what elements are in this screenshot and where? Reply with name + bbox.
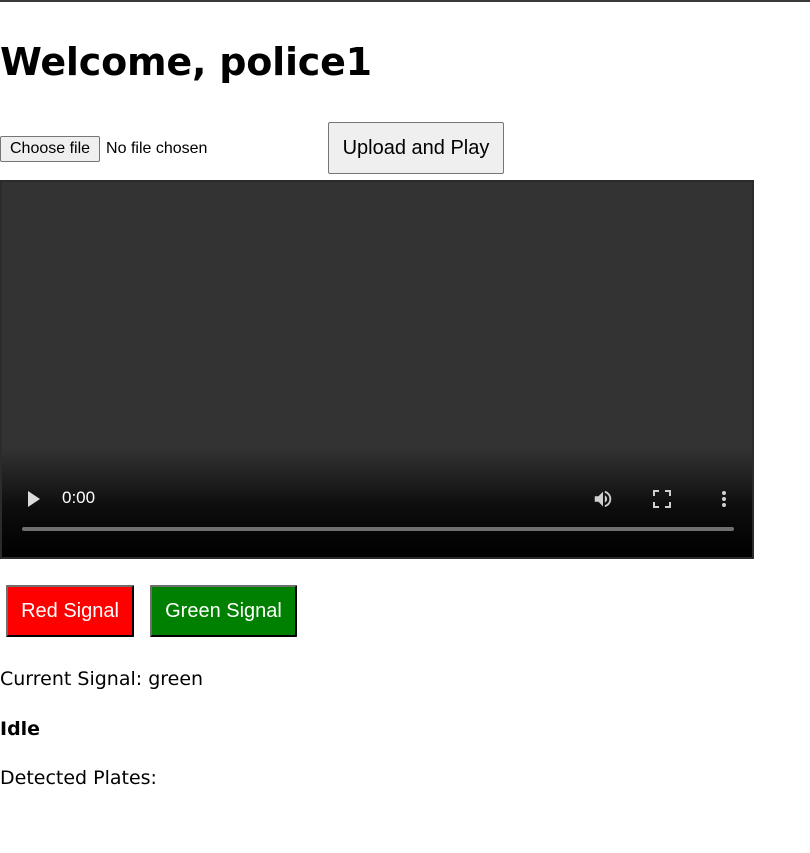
- upload-and-play-button[interactable]: Upload and Play: [328, 122, 504, 174]
- detector-status: Idle: [0, 718, 41, 740]
- green-signal-button[interactable]: Green Signal: [150, 585, 297, 637]
- page-title: Welcome, police1: [0, 40, 372, 84]
- choose-file-button[interactable]: Choose file: [0, 136, 101, 162]
- file-status-text: No file chosen: [106, 140, 208, 157]
- video-time: 0:00: [62, 488, 96, 507]
- volume-icon[interactable]: [592, 488, 614, 510]
- current-signal-text: Current Signal: green: [0, 668, 204, 690]
- more-options-icon[interactable]: [714, 489, 734, 509]
- detected-plates-label: Detected Plates:: [0, 767, 157, 789]
- file-picker[interactable]: Choose file No file chosen: [0, 136, 207, 162]
- red-signal-button[interactable]: Red Signal: [6, 585, 134, 637]
- video-controls: 0:00: [2, 484, 752, 514]
- play-icon[interactable]: [28, 491, 40, 507]
- video-player[interactable]: 0:00: [0, 180, 754, 559]
- top-divider: [0, 0, 810, 2]
- fullscreen-icon[interactable]: [653, 490, 671, 508]
- video-progress-bar[interactable]: [22, 527, 734, 531]
